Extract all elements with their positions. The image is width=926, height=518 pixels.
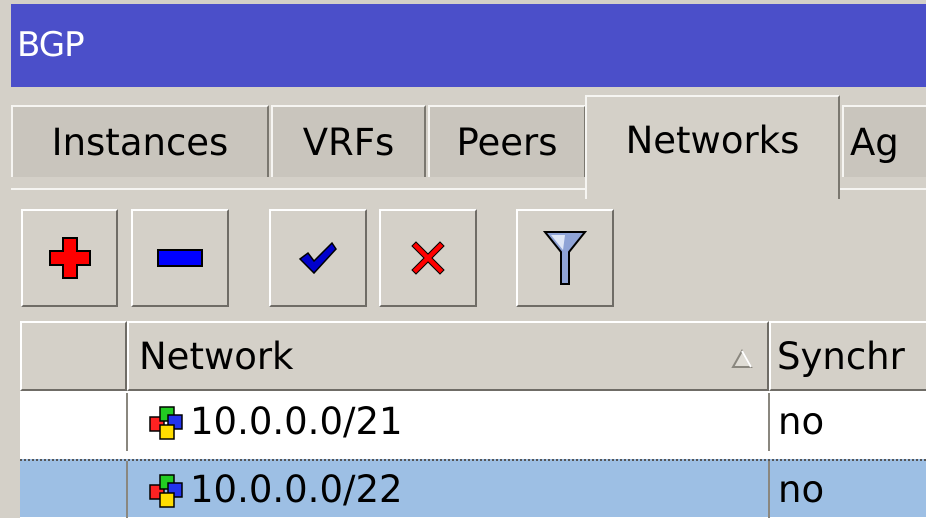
tab-strip: Instances VRFs Peers Networks Ag (11, 87, 926, 199)
window-title-bar: BGP (11, 4, 926, 87)
enable-button[interactable] (269, 209, 367, 307)
add-button[interactable] (21, 209, 118, 307)
tab-label: Ag (850, 121, 899, 164)
table-row[interactable]: 10.0.0.0/22 no (20, 459, 926, 518)
column-header-label: Synchr (777, 335, 905, 378)
tab-label: Networks (625, 119, 800, 162)
network-cell: 10.0.0.0/22 (126, 461, 766, 518)
tab-vrfs[interactable]: VRFs (271, 105, 426, 177)
synchronize-cell: no (768, 461, 926, 518)
remove-button[interactable] (131, 209, 229, 307)
table-row[interactable]: 10.0.0.0/21 no (20, 393, 926, 451)
network-value: 10.0.0.0/22 (190, 468, 403, 511)
checkmark-icon (298, 241, 337, 275)
column-header-synchronize[interactable]: Synchr (769, 321, 926, 391)
filter-button[interactable] (516, 209, 614, 307)
disable-button[interactable] (379, 209, 477, 307)
tab-label: Peers (456, 121, 558, 164)
network-value: 10.0.0.0/21 (190, 400, 403, 443)
column-header-label: Network (139, 335, 294, 378)
sort-ascending-icon (731, 349, 753, 368)
network-icon (149, 406, 183, 440)
tab-peers[interactable]: Peers (428, 105, 586, 177)
synchronize-cell: no (768, 393, 926, 451)
network-icon (149, 474, 183, 508)
tab-instances[interactable]: Instances (11, 105, 269, 177)
minus-icon (157, 249, 203, 267)
filter-icon (543, 231, 587, 285)
tab-label: VRFs (302, 121, 395, 164)
tab-aggregates[interactable]: Ag (842, 105, 926, 177)
x-icon (411, 241, 445, 275)
networks-table: Network Synchr 10.0.0.0/21 no 10.0.0.0/2… (20, 321, 926, 518)
row-gutter (20, 461, 126, 518)
row-gutter (20, 393, 126, 451)
column-header-network[interactable]: Network (127, 321, 769, 391)
toolbar (11, 203, 926, 319)
tab-networks[interactable]: Networks (585, 95, 840, 199)
tab-label: Instances (51, 121, 229, 164)
window-title: BGP (17, 25, 85, 65)
plus-icon (48, 237, 91, 279)
network-cell: 10.0.0.0/21 (126, 393, 766, 451)
column-header-gutter[interactable] (20, 321, 127, 391)
